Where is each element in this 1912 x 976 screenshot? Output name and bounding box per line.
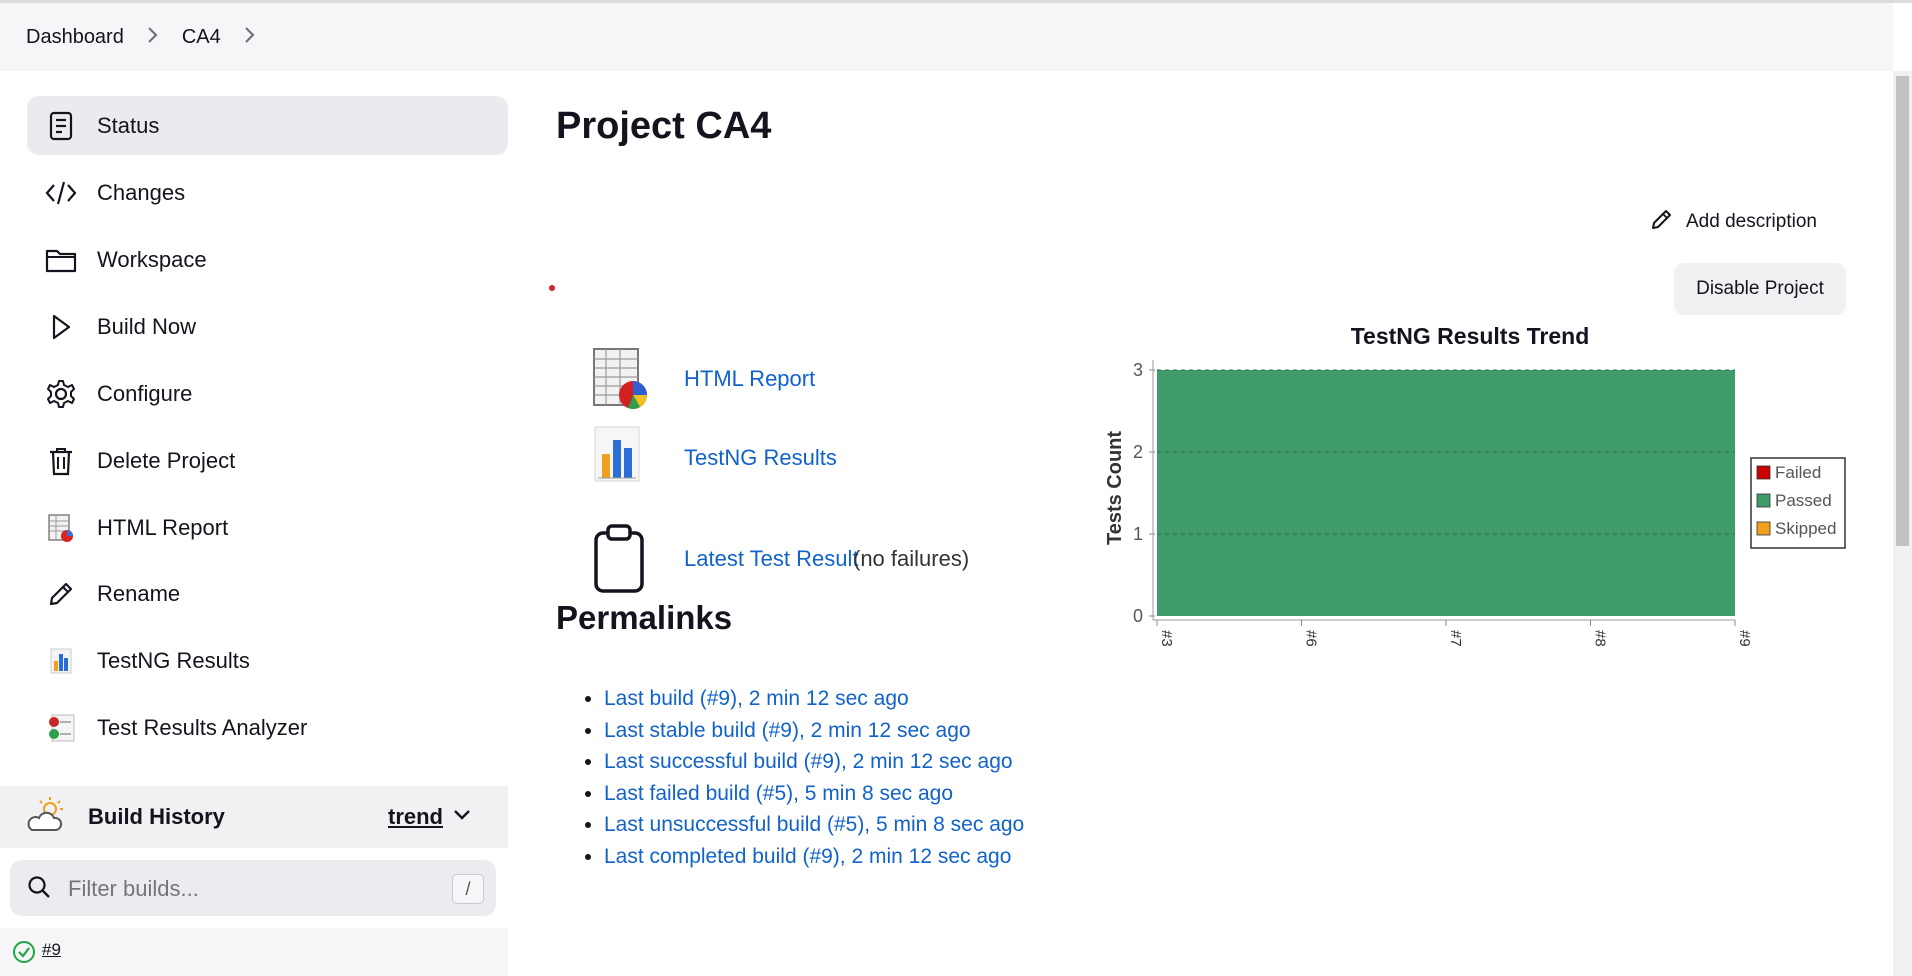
add-description-button[interactable]: Add description xyxy=(1650,207,1817,237)
analyzer-icon xyxy=(45,712,77,744)
breadcrumb: Dashboard CA4 xyxy=(0,3,1893,71)
testng-trend-chart-svg: TestNG Results Trend Tests Count 0 1 2 3 #3 #… xyxy=(1104,323,1846,647)
x-tick-label: #8 xyxy=(1592,630,1609,647)
sidebar-item-label: Build Now xyxy=(97,313,197,339)
pencil-icon xyxy=(1650,207,1674,237)
build-history-row: #9 xyxy=(0,928,508,976)
permalink-last-failed-build[interactable]: Last failed build (#5), 5 min 8 sec ago xyxy=(604,782,953,805)
sidebar-item-label: TestNG Results xyxy=(97,647,250,673)
sidebar-item-rename[interactable]: Rename xyxy=(27,564,508,623)
search-icon xyxy=(26,874,52,905)
sidebar-item-label: Test Results Analyzer xyxy=(97,714,308,740)
chevron-down-icon[interactable] xyxy=(452,808,472,827)
breadcrumb-project[interactable]: CA4 xyxy=(182,26,221,49)
play-icon xyxy=(45,311,77,343)
x-tick-label: #6 xyxy=(1303,630,1320,647)
permalinks-list: Last build (#9), 2 min 12 sec ago Last s… xyxy=(556,683,1024,872)
permalink-last-build[interactable]: Last build (#9), 2 min 12 sec ago xyxy=(604,687,909,710)
filter-builds-input[interactable] xyxy=(66,872,410,906)
sidebar-item-label: Workspace xyxy=(97,246,207,272)
latest-test-result-link[interactable]: Latest Test Result xyxy=(684,546,858,572)
filter-builds: / xyxy=(10,860,496,916)
list-item: Last completed build (#9), 2 min 12 sec … xyxy=(604,841,1024,873)
sidebar-item-delete-project[interactable]: Delete Project xyxy=(27,431,508,490)
list-item: Last successful build (#9), 2 min 12 sec… xyxy=(604,746,1024,778)
trash-icon xyxy=(45,445,77,477)
x-tick-label: #3 xyxy=(1158,630,1175,647)
legend-label: Skipped xyxy=(1775,519,1836,538)
y-axis-label: Tests Count xyxy=(1104,431,1126,545)
sidebar-item-label: HTML Report xyxy=(97,514,229,540)
series-area-passed xyxy=(1157,370,1735,616)
html-report-icon[interactable] xyxy=(590,346,650,417)
permalink-last-completed-build[interactable]: Last completed build (#9), 2 min 12 sec … xyxy=(604,845,1011,868)
folder-icon xyxy=(45,244,77,276)
sidebar-item-test-results-analyzer[interactable]: Test Results Analyzer xyxy=(27,698,508,757)
sidebar-item-html-report[interactable]: HTML Report xyxy=(27,498,508,557)
list-item: Last build (#9), 2 min 12 sec ago xyxy=(604,683,1024,715)
legend-swatch xyxy=(1756,493,1771,508)
build-link[interactable]: #9 xyxy=(42,940,61,960)
testng-results-link[interactable]: TestNG Results xyxy=(684,445,837,471)
sidebar-item-workspace[interactable]: Workspace xyxy=(27,230,508,289)
sidebar-item-changes[interactable]: Changes xyxy=(27,163,508,222)
x-tick-label: #7 xyxy=(1447,630,1464,647)
list-item: Last failed build (#5), 5 min 8 sec ago xyxy=(604,778,1024,810)
clipboard-icon[interactable] xyxy=(592,523,646,600)
list-item: Last stable build (#9), 2 min 12 sec ago xyxy=(604,715,1024,747)
page-title: Project CA4 xyxy=(556,105,772,147)
testng-trend-chart[interactable]: TestNG Results Trend Tests Count 0 1 2 3 #3 #… xyxy=(1085,310,1853,680)
status-dot xyxy=(549,285,555,291)
chart-title: TestNG Results Trend xyxy=(1351,323,1590,349)
sidebar-item-label: Rename xyxy=(97,580,181,606)
sidebar: Status Changes Workspace Build Now Confi… xyxy=(0,71,508,976)
bar-chart-icon xyxy=(45,645,77,677)
sidebar-item-testng-results[interactable]: TestNG Results xyxy=(27,631,508,690)
trend-link[interactable]: trend xyxy=(388,804,443,830)
chevron-right-icon[interactable] xyxy=(243,24,255,50)
legend-swatch xyxy=(1756,465,1771,480)
bar-chart-icon[interactable] xyxy=(592,424,644,489)
list-item: Last unsuccessful build (#5), 5 min 8 se… xyxy=(604,809,1024,841)
permalink-last-successful-build[interactable]: Last successful build (#9), 2 min 12 sec… xyxy=(604,750,1013,773)
build-history-header: Build History trend xyxy=(0,786,508,848)
keyboard-shortcut-badge: / xyxy=(452,874,484,904)
x-tick-label: #9 xyxy=(1736,630,1753,647)
disable-project-button[interactable]: Disable Project xyxy=(1674,263,1846,315)
sidebar-item-build-now[interactable]: Build Now xyxy=(27,297,508,356)
status-icon xyxy=(45,110,77,142)
legend-swatch xyxy=(1756,521,1771,536)
sidebar-item-label: Delete Project xyxy=(97,447,236,473)
success-check-icon xyxy=(12,940,36,969)
sidebar-item-status[interactable]: Status xyxy=(27,96,508,155)
gear-icon xyxy=(45,378,77,410)
y-tick-label: 3 xyxy=(1133,360,1143,380)
permalinks-title: Permalinks xyxy=(556,599,733,636)
y-tick-label: 2 xyxy=(1133,442,1143,462)
permalink-last-stable-build[interactable]: Last stable build (#9), 2 min 12 sec ago xyxy=(604,719,971,742)
html-report-link[interactable]: HTML Report xyxy=(684,366,815,392)
sidebar-item-label: Status xyxy=(97,112,160,138)
build-history-title: Build History xyxy=(88,804,225,829)
html-report-icon xyxy=(45,512,77,544)
y-tick-label: 0 xyxy=(1133,606,1143,626)
no-failures-note: (no failures) xyxy=(853,546,970,571)
sidebar-item-label: Changes xyxy=(97,179,186,205)
legend-label: Passed xyxy=(1775,491,1832,510)
add-description-label: Add description xyxy=(1686,211,1817,232)
scrollbar-thumb[interactable] xyxy=(1896,76,1909,546)
pencil-icon xyxy=(45,578,77,610)
weather-sunny-cloud-icon xyxy=(26,796,66,839)
chevron-right-icon xyxy=(146,24,158,50)
breadcrumb-dashboard[interactable]: Dashboard xyxy=(26,26,124,49)
y-tick-label: 1 xyxy=(1133,524,1143,544)
legend-label: Failed xyxy=(1775,463,1821,482)
sidebar-item-label: Configure xyxy=(97,380,193,406)
code-icon xyxy=(45,177,77,209)
permalink-last-unsuccessful-build[interactable]: Last unsuccessful build (#5), 5 min 8 se… xyxy=(604,813,1024,836)
sidebar-item-configure[interactable]: Configure xyxy=(27,364,508,423)
